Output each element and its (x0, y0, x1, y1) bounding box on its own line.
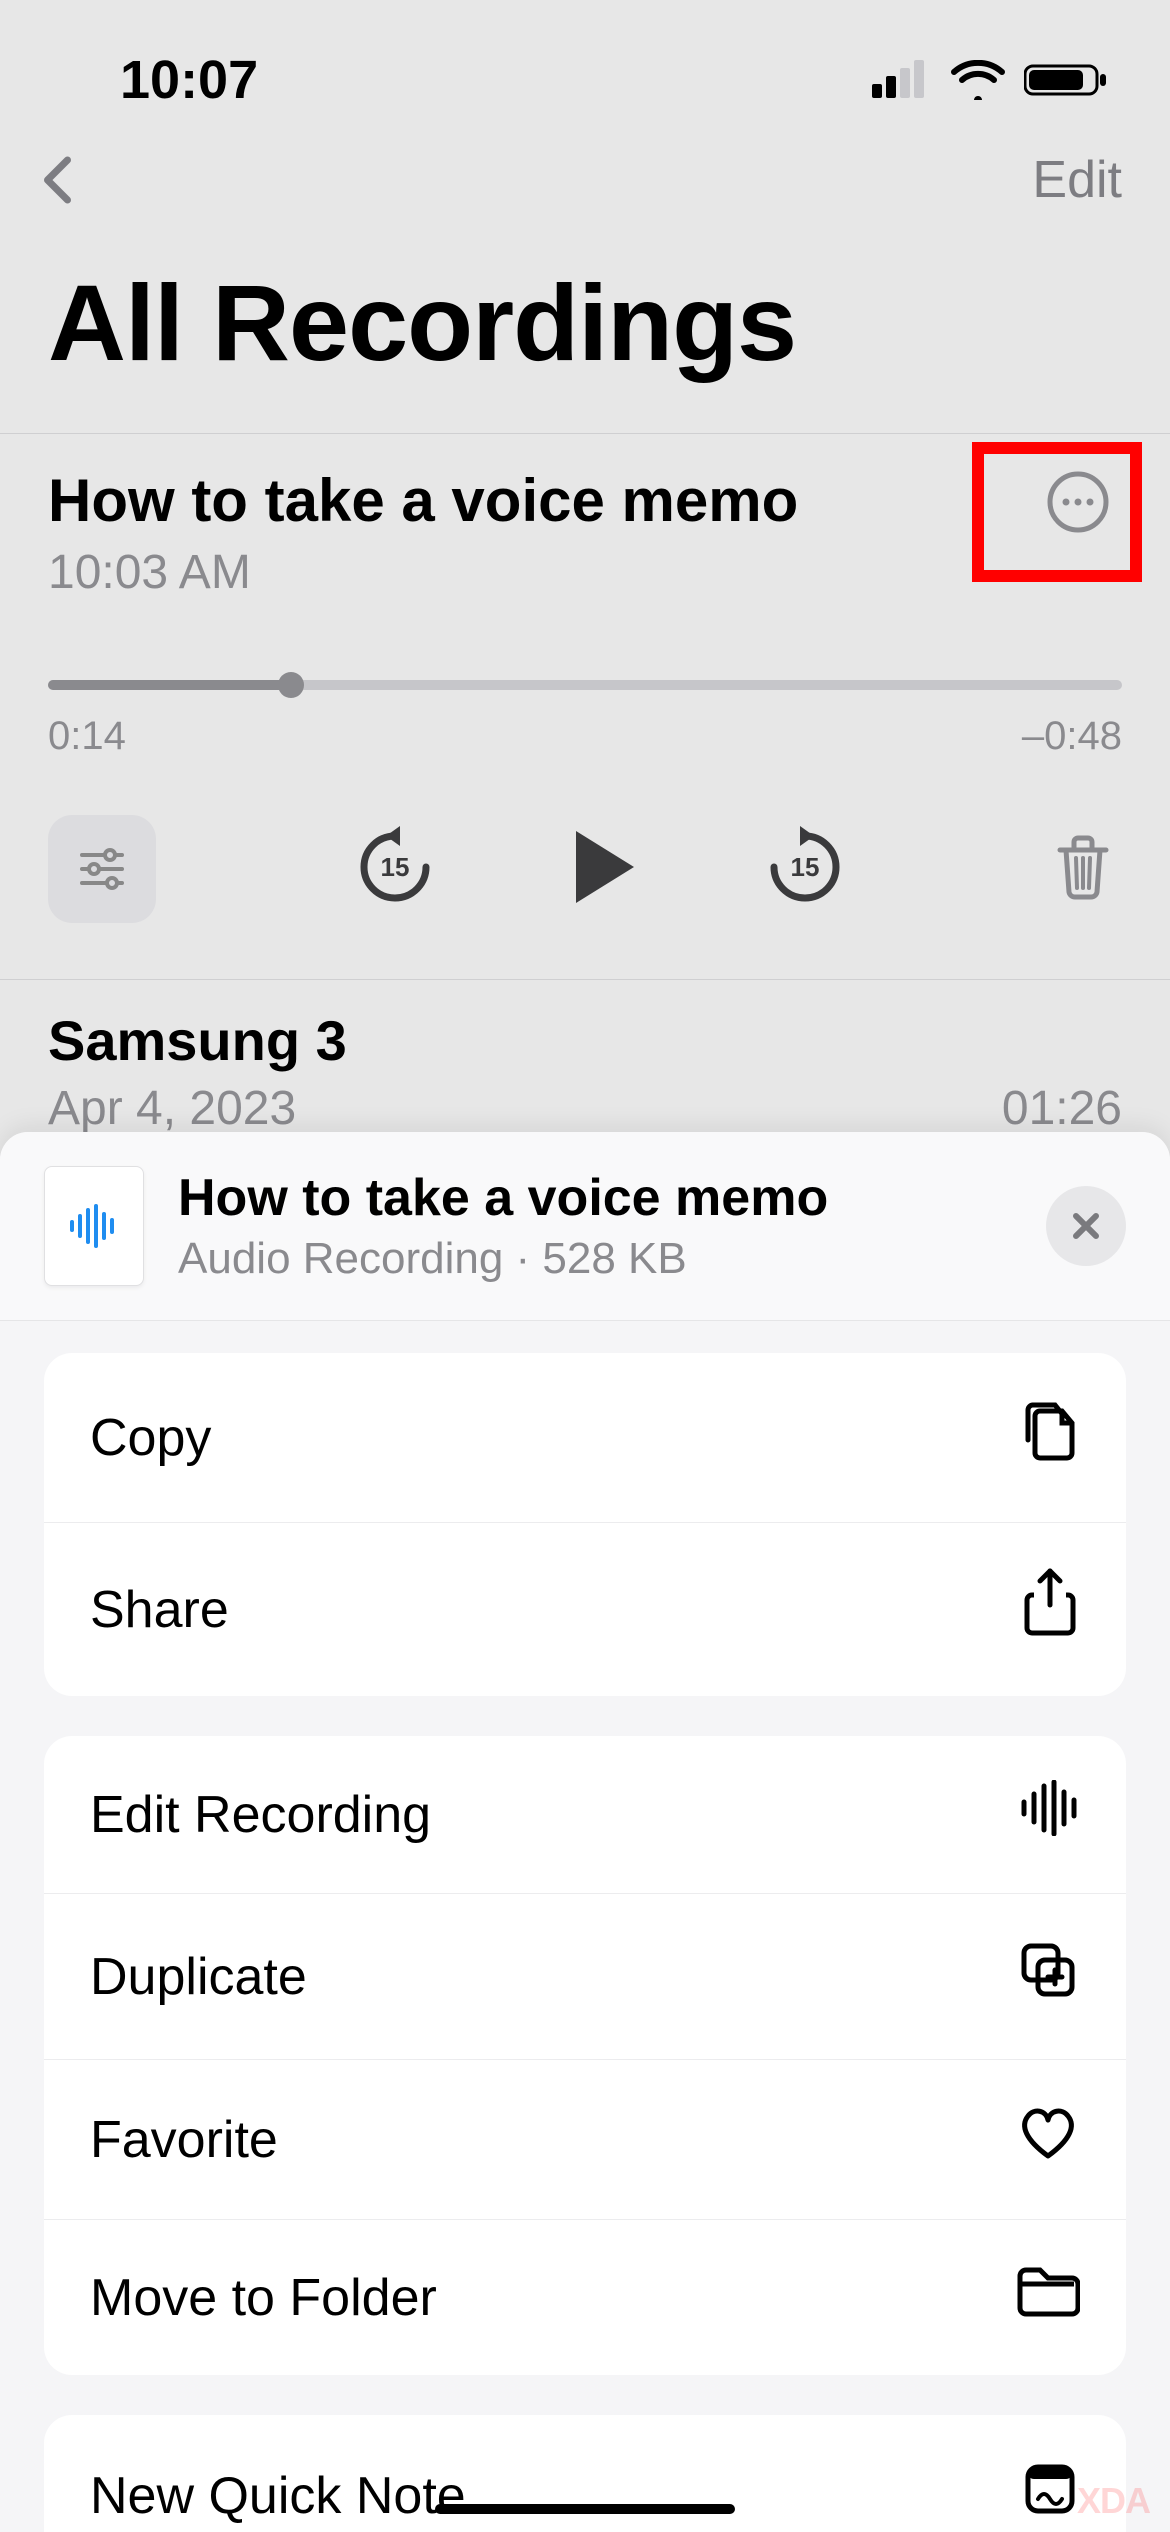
play-button[interactable] (550, 817, 650, 922)
duplicate-icon (1016, 1938, 1080, 2015)
sheet-title: How to take a voice memo (178, 1168, 1012, 1228)
menu-item-copy[interactable]: Copy (44, 1353, 1126, 1522)
options-sliders-button[interactable] (48, 815, 156, 923)
watermark: XDA (1077, 2480, 1150, 2522)
status-time: 10:07 (120, 49, 258, 111)
menu-item-move-to-folder[interactable]: Move to Folder (44, 2219, 1126, 2375)
menu-item-label: Copy (90, 1408, 211, 1468)
recording-date: Apr 4, 2023 (48, 1081, 347, 1136)
quick-note-icon (1020, 2459, 1080, 2532)
forward-15-button[interactable]: 15 (760, 822, 850, 917)
menu-group: Copy Share (44, 1353, 1126, 1696)
edit-button[interactable]: Edit (1032, 150, 1122, 210)
copy-icon (1020, 1397, 1080, 1478)
sheet-subtitle: Audio Recording · 528 KB (178, 1234, 1012, 1284)
waveform-icon (1018, 1780, 1080, 1849)
current-recording[interactable]: How to take a voice memo 10:03 AM (0, 434, 1170, 640)
playback-scrubber[interactable]: 0:14 –0:48 (0, 640, 1170, 759)
nav-bar: Edit (0, 130, 1170, 220)
svg-text:15: 15 (791, 852, 820, 882)
scrubber-knob[interactable] (278, 672, 304, 698)
recording-duration: 01:26 (1002, 1081, 1122, 1136)
menu-item-label: New Quick Note (90, 2466, 466, 2526)
menu-item-label: Favorite (90, 2110, 278, 2170)
scrubber-progress (48, 680, 291, 690)
delete-button[interactable] (1044, 828, 1122, 911)
status-bar: 10:07 (0, 0, 1170, 130)
share-icon (1020, 1567, 1080, 1652)
svg-text:15: 15 (381, 852, 410, 882)
menu-group: New Quick Note (44, 2415, 1126, 2532)
recording-title: Samsung 3 (48, 1008, 347, 1073)
menu-item-label: Share (90, 1580, 229, 1640)
menu-item-duplicate[interactable]: Duplicate (44, 1893, 1126, 2059)
remaining-time: –0:48 (1022, 714, 1122, 759)
menu-item-edit-recording[interactable]: Edit Recording (44, 1736, 1126, 1893)
menu-item-favorite[interactable]: Favorite (44, 2059, 1126, 2219)
battery-icon (1024, 60, 1110, 100)
cellular-icon (872, 60, 932, 100)
close-sheet-button[interactable] (1046, 1186, 1126, 1266)
menu-item-share[interactable]: Share (44, 1522, 1126, 1696)
menu-item-label: Duplicate (90, 1947, 307, 2007)
recording-time: 10:03 AM (48, 545, 1122, 600)
playback-controls: 15 15 (0, 759, 1170, 979)
wifi-icon (950, 60, 1006, 100)
menu-item-label: Move to Folder (90, 2268, 437, 2328)
menu-group: Edit Recording (44, 1736, 1126, 2375)
audio-file-thumbnail (44, 1166, 144, 1286)
heart-icon (1016, 2104, 1080, 2175)
home-indicator[interactable] (435, 2504, 735, 2514)
folder-icon (1014, 2264, 1080, 2331)
status-indicators (872, 60, 1110, 100)
menu-item-label: Edit Recording (90, 1785, 431, 1845)
more-button[interactable] (1034, 458, 1122, 546)
rewind-15-button[interactable]: 15 (350, 822, 440, 917)
elapsed-time: 0:14 (48, 714, 126, 759)
context-menu-sheet: How to take a voice memo Audio Recording… (0, 1132, 1170, 2532)
menu-item-new-quick-note[interactable]: New Quick Note (44, 2415, 1126, 2532)
page-title: All Recordings (0, 220, 1170, 433)
recording-title: How to take a voice memo (48, 466, 1122, 535)
back-button[interactable] (30, 150, 90, 210)
